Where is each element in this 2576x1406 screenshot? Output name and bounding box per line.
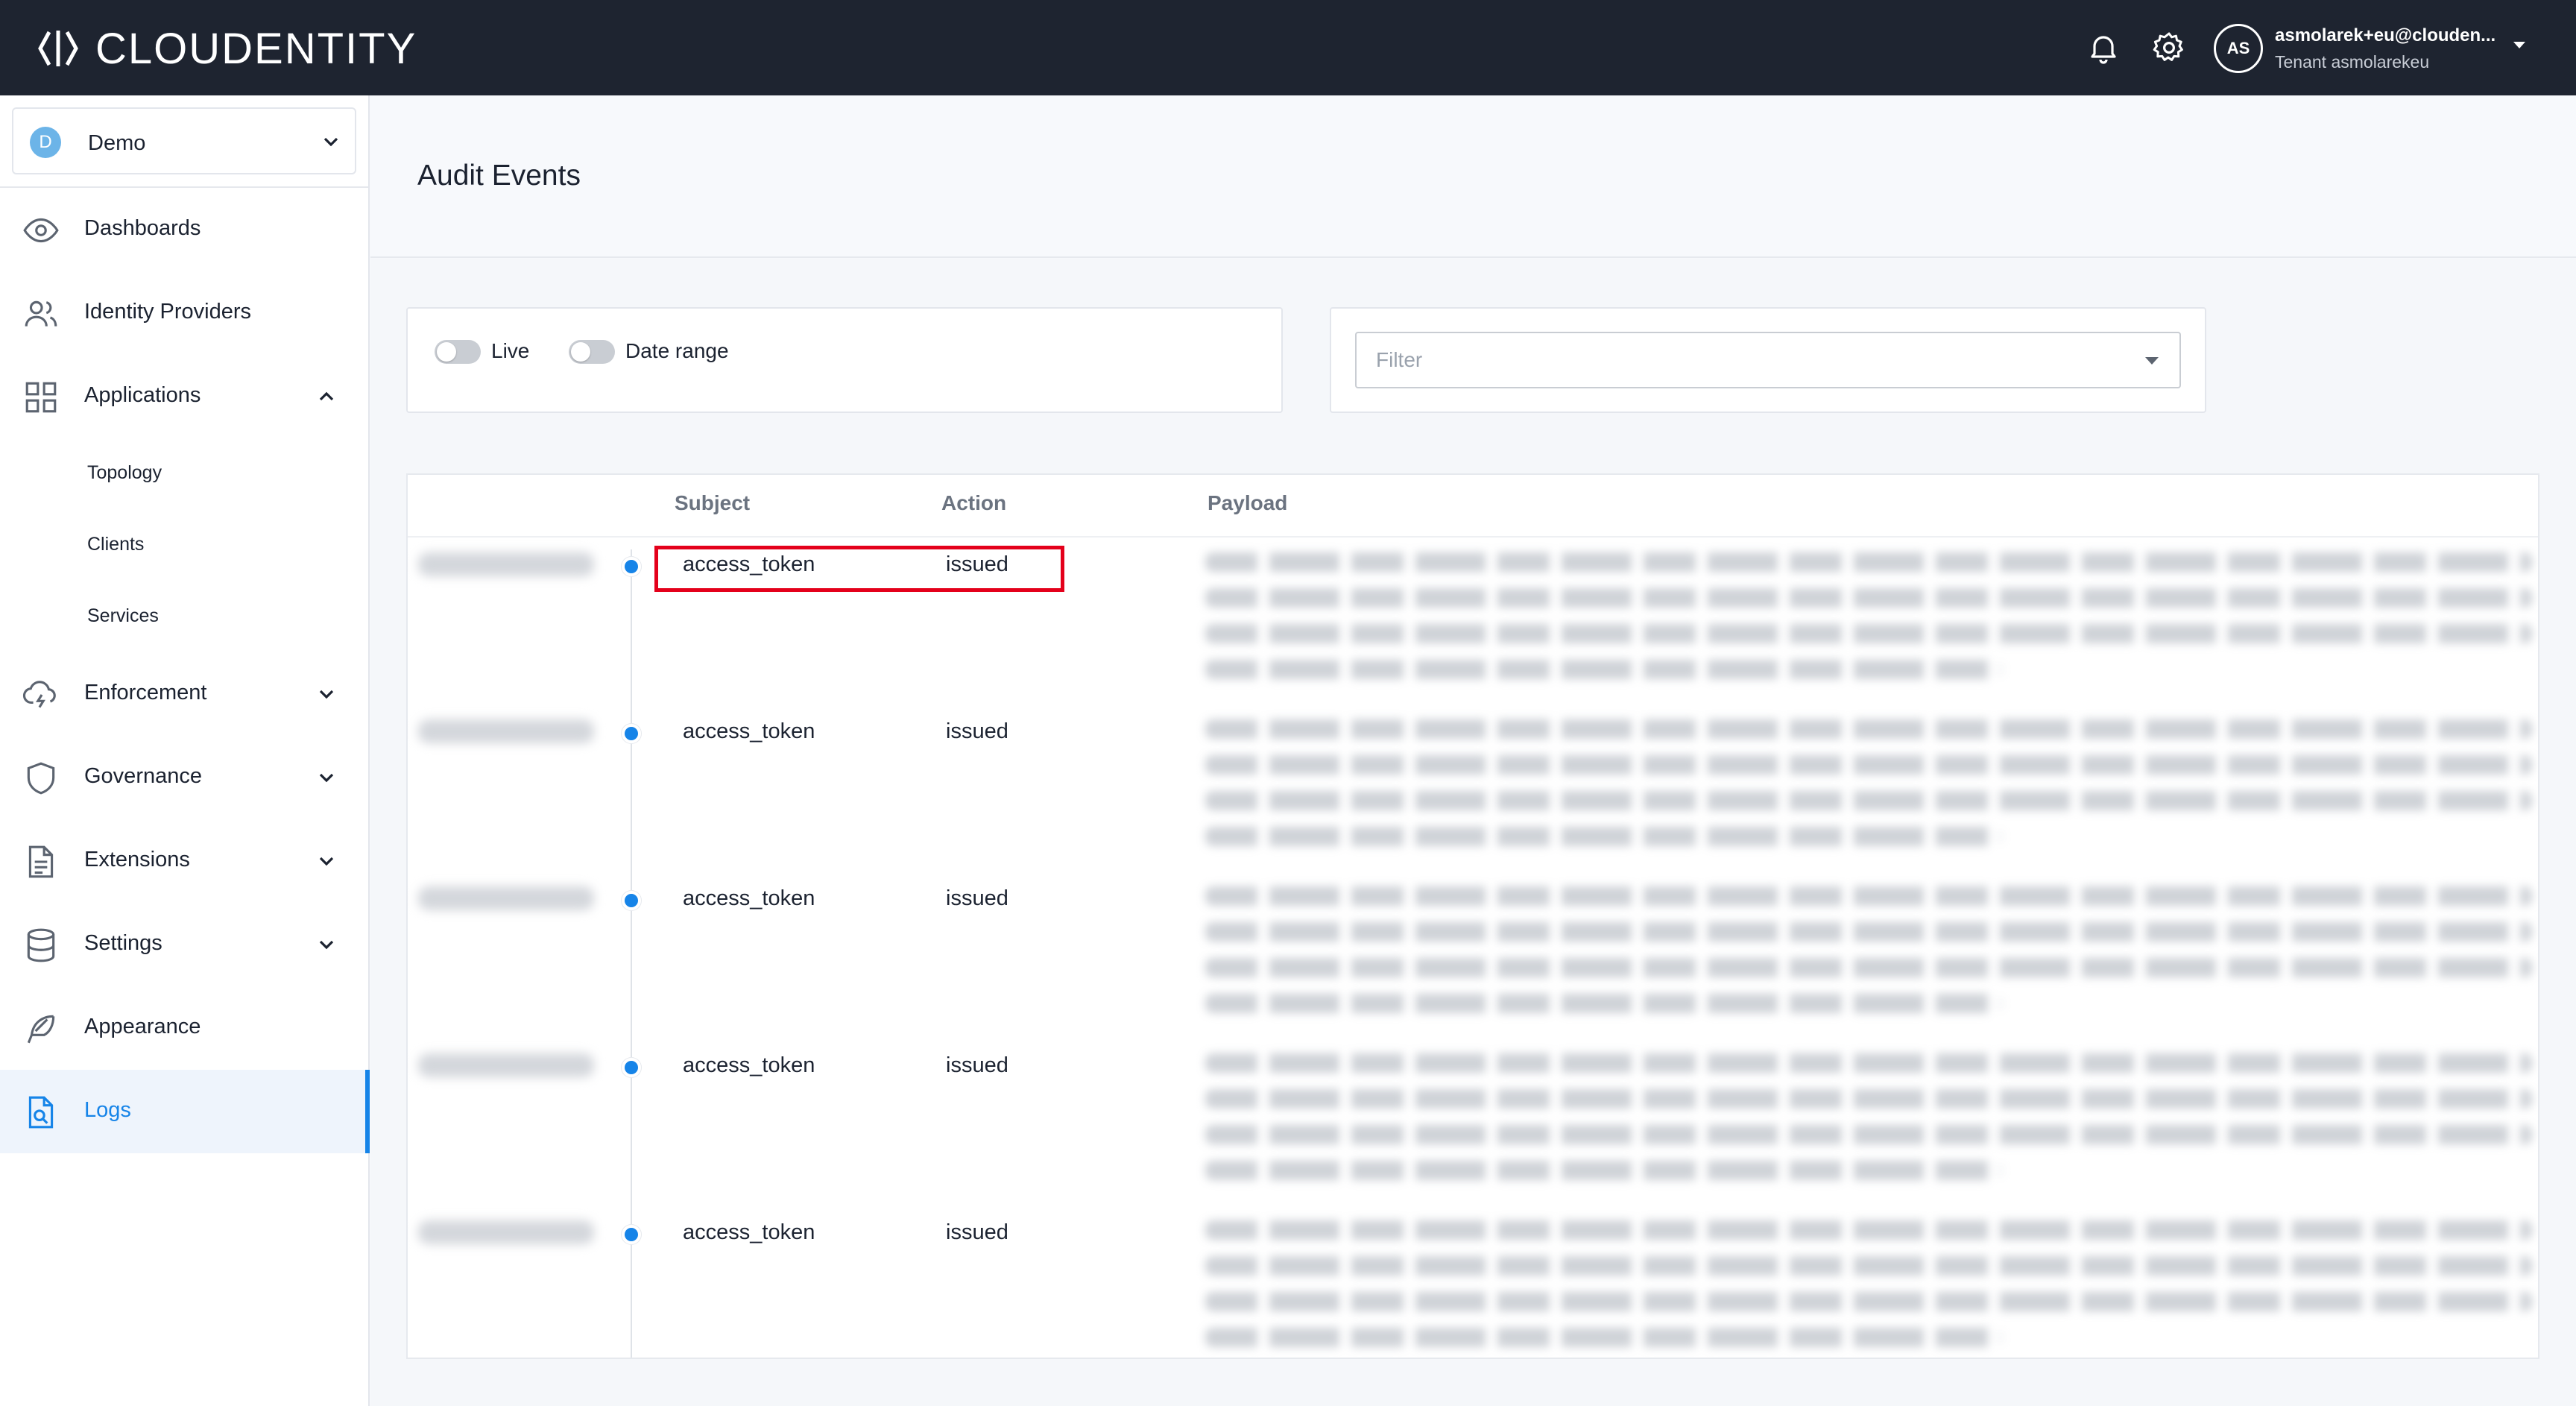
workspace-badge: D xyxy=(30,127,61,158)
event-subject: access_token xyxy=(683,1220,815,1244)
user-menu-caret-icon[interactable] xyxy=(2513,42,2525,48)
event-action: issued xyxy=(946,1220,1008,1244)
cloud-lightning-icon xyxy=(22,681,56,708)
workspace-selector[interactable]: D Demo xyxy=(12,107,356,174)
sidebar-item-identity-providers[interactable]: Identity Providers xyxy=(0,271,368,355)
sidebar-item-appearance[interactable]: Appearance xyxy=(0,986,368,1070)
workspace-name: Demo xyxy=(88,131,146,155)
timeline-dot xyxy=(622,1058,641,1077)
gear-icon[interactable] xyxy=(2151,30,2187,66)
sidebar-item-label: Settings xyxy=(84,931,162,955)
event-action: issued xyxy=(946,719,1008,743)
bell-icon[interactable] xyxy=(2086,30,2121,66)
database-icon xyxy=(27,928,55,962)
cloudentity-logo-icon xyxy=(38,31,78,66)
payload-redacted xyxy=(1205,719,2532,863)
sidebar-item-extensions[interactable]: Extensions xyxy=(0,819,368,903)
sidebar-subitem-services[interactable]: Services xyxy=(87,605,159,627)
filter-placeholder: Filter xyxy=(1376,348,1423,371)
grid-icon xyxy=(25,382,57,413)
chevron-down-icon xyxy=(319,773,334,783)
sidebar-item-dashboards[interactable]: Dashboards xyxy=(0,188,368,271)
payload-redacted xyxy=(1205,552,2532,696)
payload-redacted xyxy=(1205,1220,2532,1358)
timestamp-redacted xyxy=(418,886,594,910)
timeline-dot xyxy=(622,1225,641,1244)
chevron-down-icon xyxy=(323,137,338,147)
event-subject: access_token xyxy=(683,886,815,910)
tenant-name: Tenant asmolarekeu xyxy=(2275,52,2430,72)
column-header-action: Action xyxy=(941,491,1007,514)
sidebar-item-label: Appearance xyxy=(84,1015,201,1038)
sidebar-item-label: Dashboards xyxy=(84,216,201,240)
sidebar: D Demo Dashboards Identity Providers App… xyxy=(0,95,370,1406)
event-subject: access_token xyxy=(683,1053,815,1077)
timestamp-redacted xyxy=(418,1220,594,1244)
sidebar-item-applications[interactable]: Applications xyxy=(0,355,368,438)
sidebar-item-label: Applications xyxy=(84,383,201,407)
chevron-down-icon xyxy=(319,940,334,950)
sidebar-subitem-clients[interactable]: Clients xyxy=(87,534,144,555)
table-row[interactable]: access_token issued xyxy=(408,704,2538,871)
timestamp-redacted xyxy=(418,1053,594,1077)
user-email[interactable]: asmolarek+eu@clouden... xyxy=(2275,25,2496,46)
timeline-dot xyxy=(622,557,641,576)
date-range-label: Date range xyxy=(625,339,729,362)
sidebar-item-governance[interactable]: Governance xyxy=(0,736,368,819)
live-label: Live xyxy=(491,339,530,362)
column-header-subject: Subject xyxy=(675,491,751,514)
table-row[interactable]: access_token issued xyxy=(408,1038,2538,1205)
sidebar-item-logs[interactable]: Logs xyxy=(0,1070,370,1153)
column-header-payload: Payload xyxy=(1208,491,1288,514)
sidebar-item-label: Logs xyxy=(84,1098,131,1122)
chevron-up-icon xyxy=(319,391,334,401)
event-action: issued xyxy=(946,886,1008,910)
timeline-dot xyxy=(622,724,641,743)
table-row[interactable]: access_token issued xyxy=(408,871,2538,1038)
caret-down-icon xyxy=(2145,357,2159,365)
table-row[interactable]: access_token issued xyxy=(408,1205,2538,1358)
audit-events-table: Subject Action Payload access_token issu… xyxy=(406,473,2539,1359)
active-indicator xyxy=(365,1070,370,1153)
user-avatar[interactable]: AS xyxy=(2214,24,2263,73)
sidebar-item-enforcement[interactable]: Enforcement xyxy=(0,652,368,736)
document-icon xyxy=(28,845,54,878)
timestamp-redacted xyxy=(418,552,594,576)
brand-logo[interactable]: CLOUDENTITY xyxy=(37,22,417,75)
payload-redacted xyxy=(1205,886,2532,1030)
toggles-card: Live Date range xyxy=(406,307,1283,413)
file-search-icon xyxy=(28,1096,54,1129)
page-header xyxy=(370,95,2576,258)
top-bar: CLOUDENTITY AS asmolarek+eu@clouden... T… xyxy=(0,0,2576,95)
filter-select[interactable]: Filter xyxy=(1355,332,2181,388)
eye-icon xyxy=(23,218,59,243)
sidebar-item-label: Enforcement xyxy=(84,681,207,704)
sidebar-item-label: Identity Providers xyxy=(84,300,252,324)
timestamp-redacted xyxy=(418,719,594,743)
page-title: Audit Events xyxy=(417,160,581,192)
sidebar-subitem-topology[interactable]: Topology xyxy=(87,462,162,484)
event-subject: access_token xyxy=(683,719,815,743)
timeline-dot xyxy=(622,891,641,910)
sidebar-item-label: Governance xyxy=(84,764,202,788)
sidebar-item-label: Extensions xyxy=(84,848,190,871)
chevron-down-icon xyxy=(319,690,334,699)
highlight-box xyxy=(654,546,1064,592)
users-icon xyxy=(25,300,57,327)
date-range-toggle[interactable] xyxy=(569,340,615,364)
sidebar-item-settings[interactable]: Settings xyxy=(0,903,368,986)
shield-icon xyxy=(27,762,55,795)
payload-redacted xyxy=(1205,1053,2532,1197)
brand-name: CLOUDENTITY xyxy=(95,24,417,73)
chevron-down-icon xyxy=(319,857,334,866)
feather-icon xyxy=(27,1015,55,1044)
event-action: issued xyxy=(946,1053,1008,1077)
live-toggle[interactable] xyxy=(435,340,481,364)
